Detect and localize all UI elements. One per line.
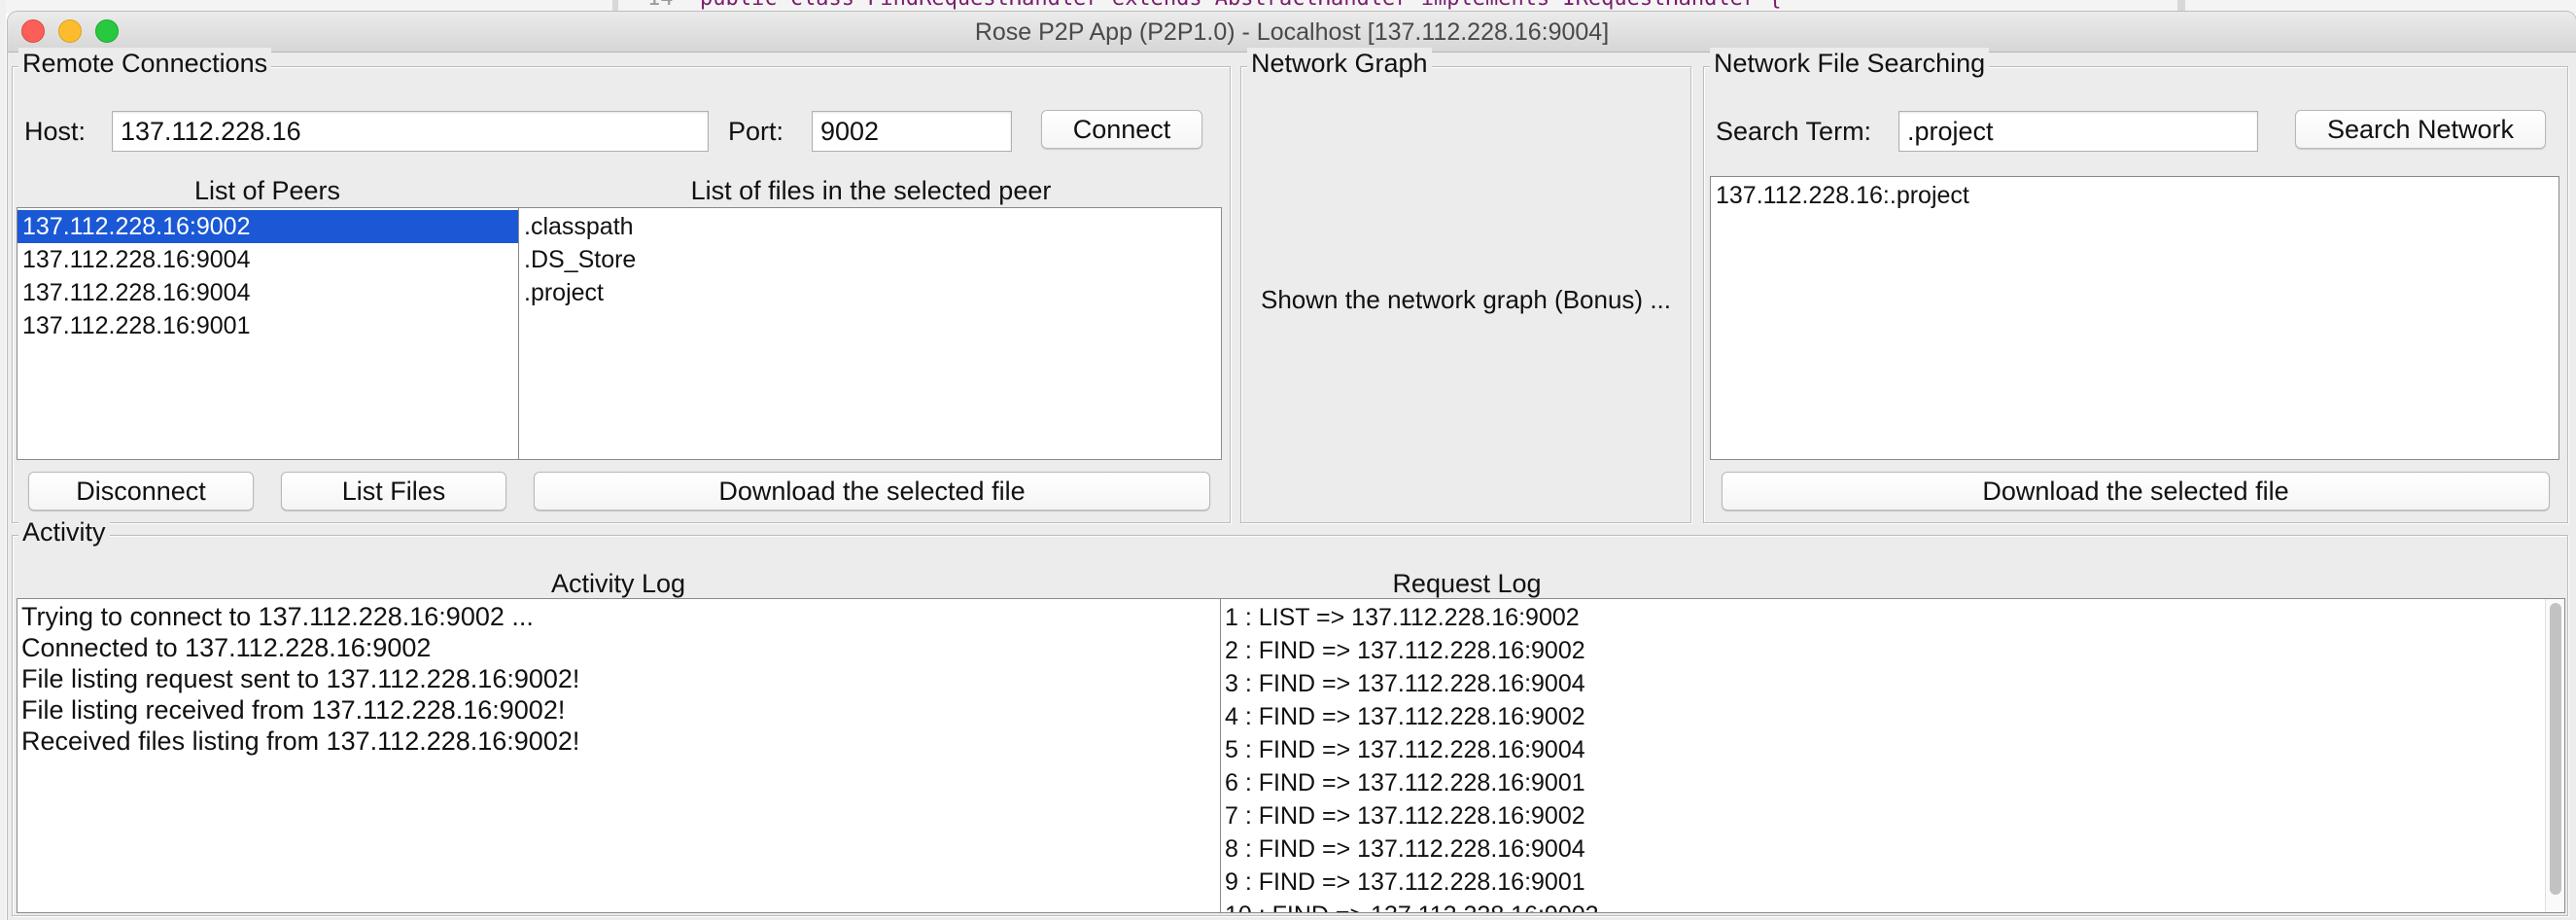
remote-connections-title: Remote Connections [18,48,272,79]
request-log-line[interactable]: 4 : FIND => 137.112.228.16:9002 [1221,700,2564,733]
window-title: Rose P2P App (P2P1.0) - Localhost [137.1… [974,18,1610,46]
file-list-item[interactable]: .classpath [519,210,1221,243]
request-log-header: Request Log [1392,569,1542,598]
activity-log-line[interactable]: File listing request sent to 137.112.228… [17,663,1221,694]
list-files-button[interactable]: List Files [281,472,506,511]
file-list-item[interactable]: .project [519,276,1221,309]
request-log-line[interactable]: 8 : FIND => 137.112.228.16:9004 [1221,832,2564,866]
search-term-label: Search Term: [1716,117,1872,146]
request-log-scrollbar-thumb[interactable] [2550,603,2561,895]
activity-panel: Activity Activity Log Request Log Trying… [12,516,2568,916]
network-search-panel: Network File Searching Search Term: Sear… [1703,48,2568,523]
host-input[interactable] [112,111,709,152]
activity-log[interactable]: Trying to connect to 137.112.228.16:9002… [17,598,1222,913]
peer-list-item[interactable]: 137.112.228.16:9001 [17,309,519,342]
request-log-line[interactable]: 6 : FIND => 137.112.228.16:9001 [1221,766,2564,799]
request-log-line[interactable]: 3 : FIND => 137.112.228.16:9004 [1221,667,2564,700]
search-network-button[interactable]: Search Network [2295,110,2546,149]
port-label: Port: [728,117,784,146]
network-graph-panel: Network Graph Shown the network graph (B… [1240,48,1691,523]
minimize-window-button[interactable] [58,19,82,43]
peer-list-item[interactable]: 137.112.228.16:9002 [17,210,519,243]
disconnect-button[interactable]: Disconnect [28,472,254,511]
file-list-item[interactable]: .DS_Store [519,243,1221,276]
connect-button[interactable]: Connect [1041,110,1202,149]
host-label: Host: [24,117,87,146]
editor-code-line: public class FindRequestHandler extends … [700,0,1782,11]
port-input[interactable] [812,111,1012,152]
request-log-line[interactable]: 1 : LIST => 137.112.228.16:9002 [1221,601,2564,634]
peer-list-item[interactable]: 137.112.228.16:9004 [17,243,519,276]
request-log-line[interactable]: 2 : FIND => 137.112.228.16:9002 [1221,634,2564,667]
app-window: Rose P2P App (P2P1.0) - Localhost [137.1… [8,12,2576,920]
request-log-line[interactable]: 9 : FIND => 137.112.228.16:9001 [1221,866,2564,899]
search-download-selected-file-button[interactable]: Download the selected file [1722,472,2550,511]
search-term-input[interactable] [1898,111,2258,152]
network-graph-message: Shown the network graph (Bonus) ... [1260,285,1671,314]
activity-log-line[interactable]: Connected to 137.112.228.16:9002 [17,632,1221,663]
request-log[interactable]: 1 : LIST => 137.112.228.16:9002 2 : FIND … [1220,598,2565,913]
close-window-button[interactable] [21,19,45,43]
search-results-list[interactable]: 137.112.228.16:.project [1710,176,2559,460]
request-log-line[interactable]: 7 : FIND => 137.112.228.16:9002 [1221,799,2564,832]
activity-log-line[interactable]: Received files listing from 137.112.228.… [17,725,1221,757]
request-log-line[interactable]: 5 : FIND => 137.112.228.16:9004 [1221,733,2564,766]
background-left-edge [0,0,6,920]
maximize-window-button[interactable] [95,19,119,43]
remote-connections-panel: Remote Connections Host: Port: Connect L… [12,48,1231,523]
activity-log-line[interactable]: File listing received from 137.112.228.1… [17,694,1221,725]
download-selected-file-button[interactable]: Download the selected file [534,472,1210,511]
network-graph-title: Network Graph [1247,48,1432,79]
files-list[interactable]: .classpath .DS_Store .project [518,207,1222,460]
files-list-header: List of files in the selected peer [690,176,1052,205]
peer-list-item[interactable]: 137.112.228.16:9004 [17,276,519,309]
activity-log-line[interactable]: Trying to connect to 137.112.228.16:9002… [17,601,1221,632]
title-bar[interactable]: Rose P2P App (P2P1.0) - Localhost [137.1… [8,12,2576,53]
peers-list-header: List of Peers [193,176,341,205]
network-search-title: Network File Searching [1710,48,1990,79]
search-result-item[interactable]: 137.112.228.16:.project [1711,179,2559,212]
editor-line-number: 14 [647,0,674,11]
activity-log-header: Activity Log [550,569,686,598]
request-log-line[interactable]: 10 : FIND => 137.112.228.16:9002 [1221,899,2564,912]
activity-title: Activity [18,516,110,548]
request-log-scrollbar[interactable] [2545,599,2564,912]
peers-list[interactable]: 137.112.228.16:9002 137.112.228.16:9004 13… [17,207,520,460]
